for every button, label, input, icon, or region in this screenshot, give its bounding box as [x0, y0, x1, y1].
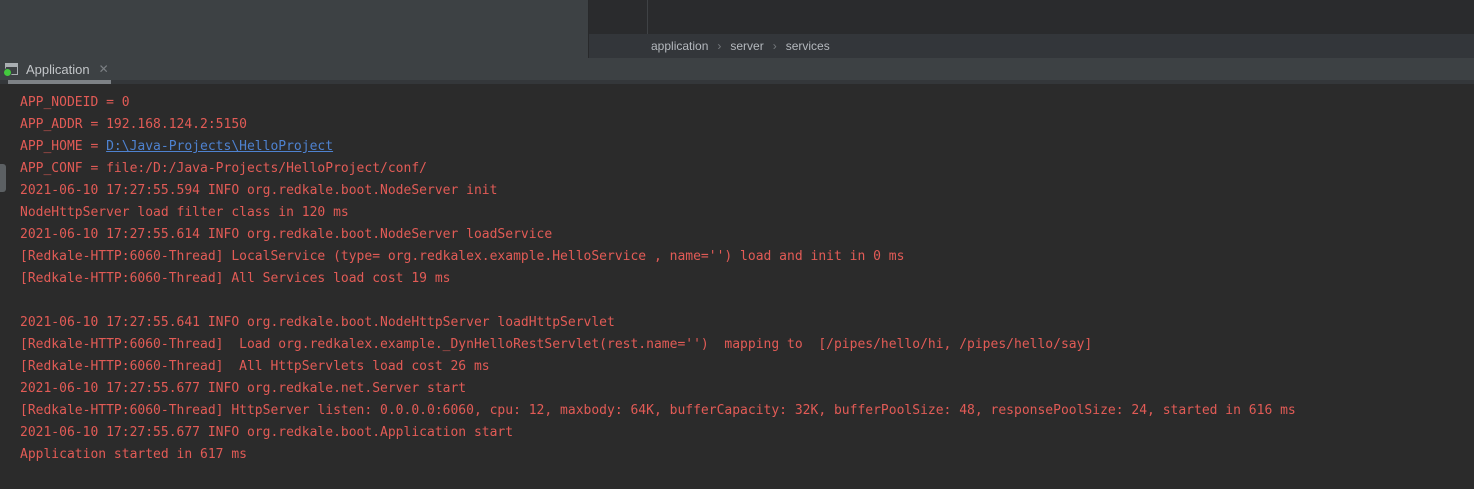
- tab-application[interactable]: Application ✕: [0, 58, 109, 80]
- log-text: 2021-06-10 17:27:55.614 INFO org.redkale…: [20, 227, 552, 242]
- console-line: NodeHttpServer load filter class in 120 …: [20, 202, 1474, 224]
- log-text: [Redkale-HTTP:6060-Thread] All HttpServl…: [20, 359, 490, 374]
- log-text: APP_NODEID = 0: [20, 95, 130, 110]
- console-line: APP_NODEID = 0: [20, 92, 1474, 114]
- console-line: 2021-06-10 17:27:55.677 INFO org.redkale…: [20, 378, 1474, 400]
- console-output[interactable]: APP_NODEID = 0 APP_ADDR = 192.168.124.2:…: [0, 84, 1474, 489]
- console-line: [Redkale-HTTP:6060-Thread] HttpServer li…: [20, 400, 1474, 422]
- console-line: APP_ADDR = 192.168.124.2:5150: [20, 114, 1474, 136]
- console-tab-bar: Application ✕: [0, 58, 1474, 84]
- console-line: APP_HOME = D:\Java-Projects\HelloProject: [20, 136, 1474, 158]
- log-text: [Redkale-HTTP:6060-Thread] Load org.redk…: [20, 337, 1092, 352]
- log-text: 2021-06-10 17:27:55.677 INFO org.redkale…: [20, 425, 513, 440]
- breadcrumb-item-application[interactable]: application: [651, 39, 708, 53]
- console-line: [Redkale-HTTP:6060-Thread] All Services …: [20, 268, 1474, 290]
- log-text: APP_ADDR = 192.168.124.2:5150: [20, 117, 247, 132]
- breadcrumb: application › server › services: [589, 34, 1474, 58]
- close-icon[interactable]: ✕: [99, 63, 109, 75]
- log-text: NodeHttpServer load filter class in 120 …: [20, 205, 349, 220]
- tab-application-label: Application: [26, 62, 90, 77]
- console-line: APP_CONF = file:/D:/Java-Projects/HelloP…: [20, 158, 1474, 180]
- console-line: [Redkale-HTTP:6060-Thread] Load org.redk…: [20, 334, 1474, 356]
- log-text: 2021-06-10 17:27:55.594 INFO org.redkale…: [20, 183, 497, 198]
- log-text: Application started in 617 ms: [20, 447, 247, 462]
- console-line: 2021-06-10 17:27:55.677 INFO org.redkale…: [20, 422, 1474, 444]
- running-indicator-dot: [3, 68, 12, 77]
- editor-tab-strip: [589, 0, 1474, 34]
- run-console-icon: [5, 63, 18, 75]
- log-text: [Redkale-HTTP:6060-Thread] LocalService …: [20, 249, 904, 264]
- console-line: 2021-06-10 17:27:55.594 INFO org.redkale…: [20, 180, 1474, 202]
- log-text: APP_HOME =: [20, 139, 106, 154]
- console-line: 2021-06-10 17:27:55.641 INFO org.redkale…: [20, 312, 1474, 334]
- left-stripe-handle[interactable]: [0, 164, 6, 192]
- breadcrumb-item-server[interactable]: server: [730, 39, 763, 53]
- header-right-area: application › server › services: [589, 0, 1474, 58]
- breadcrumb-item-services[interactable]: services: [786, 39, 830, 53]
- chevron-right-icon: ›: [773, 39, 777, 53]
- log-text: [Redkale-HTTP:6060-Thread] All Services …: [20, 271, 450, 286]
- editor-empty-panel: [0, 0, 589, 58]
- console-line: Application started in 617 ms: [20, 444, 1474, 466]
- console-line-blank: [20, 290, 1474, 312]
- log-text: [Redkale-HTTP:6060-Thread] HttpServer li…: [20, 403, 1296, 418]
- log-text: 2021-06-10 17:27:55.641 INFO org.redkale…: [20, 315, 615, 330]
- panel-divider: [647, 0, 648, 34]
- app-home-path-link[interactable]: D:\Java-Projects\HelloProject: [106, 139, 333, 154]
- console-line: 2021-06-10 17:27:55.614 INFO org.redkale…: [20, 224, 1474, 246]
- console-line: [Redkale-HTTP:6060-Thread] LocalService …: [20, 246, 1474, 268]
- log-text: 2021-06-10 17:27:55.677 INFO org.redkale…: [20, 381, 466, 396]
- log-text: APP_CONF = file:/D:/Java-Projects/HelloP…: [20, 161, 427, 176]
- chevron-right-icon: ›: [717, 39, 721, 53]
- console-line: [Redkale-HTTP:6060-Thread] All HttpServl…: [20, 356, 1474, 378]
